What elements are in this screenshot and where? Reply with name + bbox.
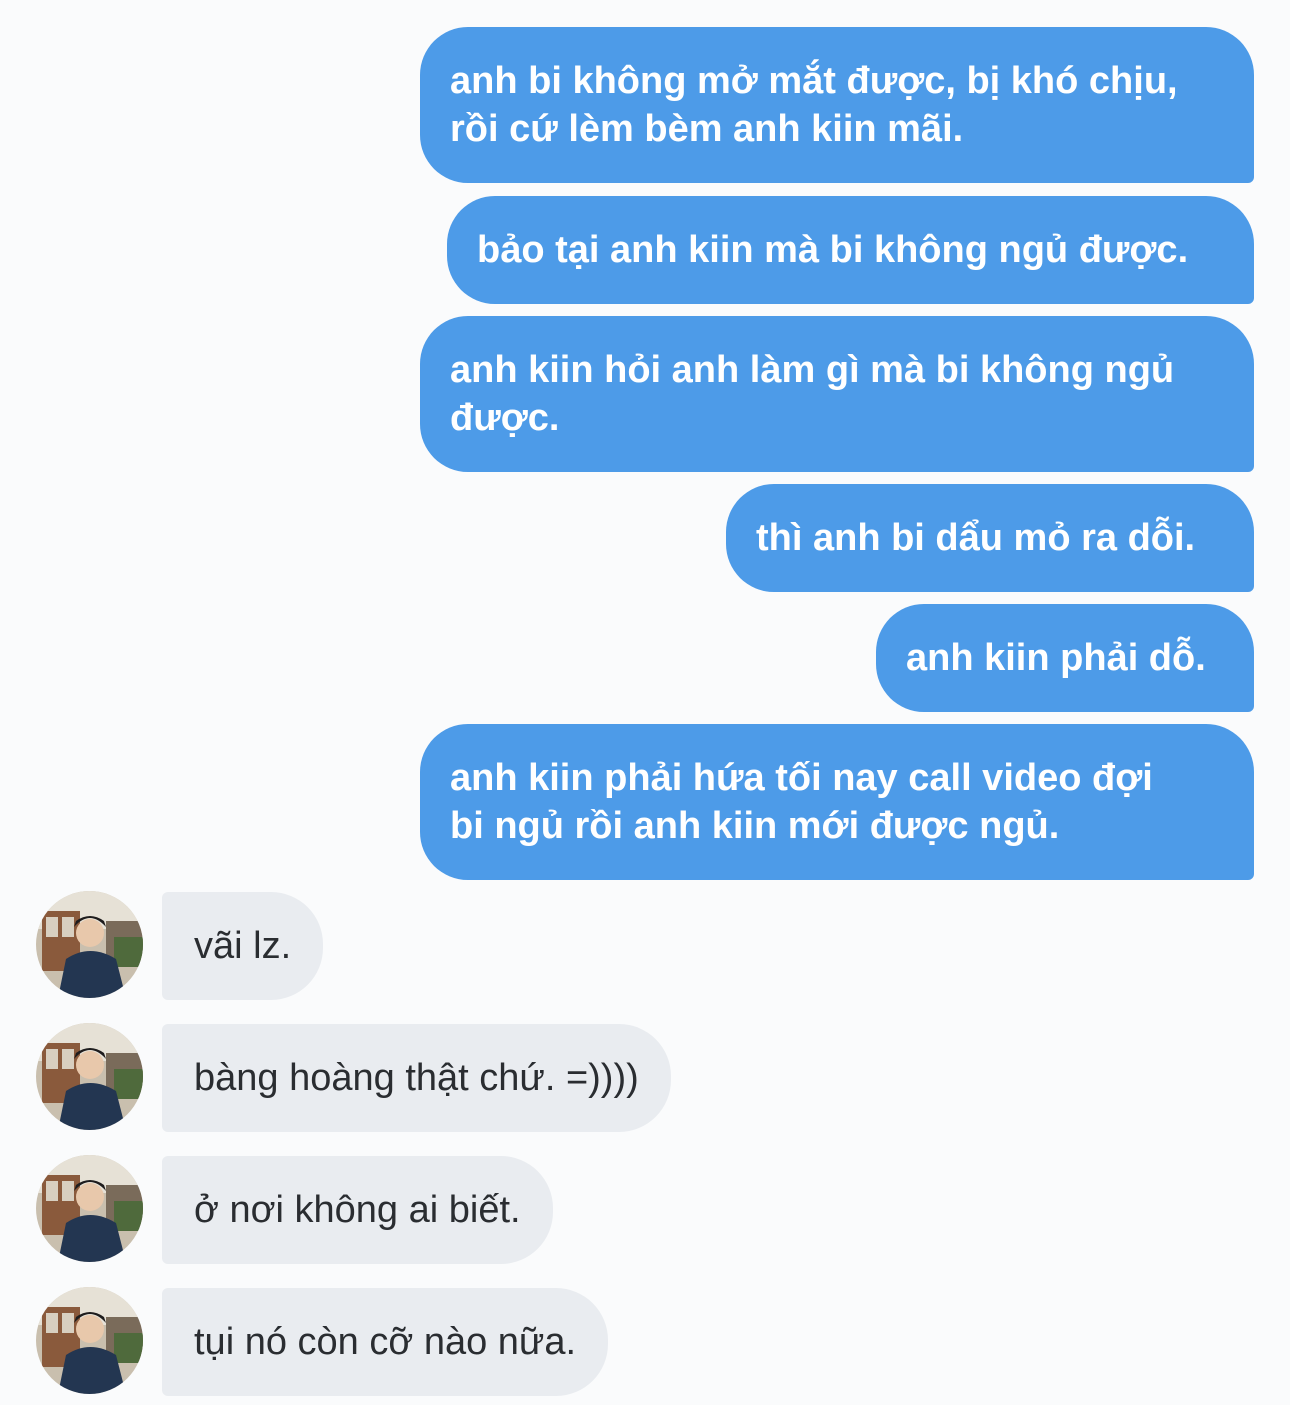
message-line: anh kiin hỏi anh làm gì mà bi không ngủ (450, 349, 1175, 391)
message-line: anh bi không mở mắt được, bị khó chịu, (450, 60, 1178, 102)
message-line: bảo tại anh kiin mà bi không ngủ được. (477, 229, 1189, 271)
incoming-message-4[interactable]: tụi nó còn cỡ nào nữa. (162, 1288, 609, 1396)
message-line: thì anh bi dẩu mỏ ra dỗi. (756, 517, 1196, 559)
outgoing-message-6[interactable]: anh kiin phải hứa tối nay call video đợi… (420, 724, 1254, 880)
message-line: anh kiin phải dỗ. (906, 637, 1206, 679)
user-avatar-icon[interactable] (36, 1023, 143, 1130)
outgoing-message-5[interactable]: anh kiin phải dỗ. (876, 604, 1254, 712)
user-avatar-icon[interactable] (36, 1287, 143, 1394)
outgoing-message-1[interactable]: anh bi không mở mắt được, bị khó chịu, r… (420, 27, 1254, 183)
message-line: ở nơi không ai biết. (194, 1189, 521, 1231)
message-line: tụi nó còn cỡ nào nữa. (194, 1321, 577, 1363)
incoming-message-2[interactable]: bàng hoàng thật chứ. =)))) (162, 1024, 671, 1132)
incoming-message-1[interactable]: vãi lz. (162, 892, 324, 1000)
message-line: được. (450, 397, 560, 439)
message-line: anh kiin phải hứa tối nay call video đợi (450, 757, 1153, 799)
incoming-message-3[interactable]: ở nơi không ai biết. (162, 1156, 553, 1264)
outgoing-message-4[interactable]: thì anh bi dẩu mỏ ra dỗi. (726, 484, 1254, 592)
message-line: bàng hoàng thật chứ. =)))) (194, 1057, 639, 1099)
message-line: vãi lz. (194, 925, 292, 967)
message-line: rồi cứ lèm bèm anh kiin mãi. (450, 108, 964, 150)
outgoing-message-3[interactable]: anh kiin hỏi anh làm gì mà bi không ngủ … (420, 316, 1254, 472)
user-avatar-icon[interactable] (36, 891, 143, 998)
user-avatar-icon[interactable] (36, 1155, 143, 1262)
message-line: bi ngủ rồi anh kiin mới được ngủ. (450, 805, 1060, 847)
outgoing-message-2[interactable]: bảo tại anh kiin mà bi không ngủ được. (447, 196, 1254, 304)
